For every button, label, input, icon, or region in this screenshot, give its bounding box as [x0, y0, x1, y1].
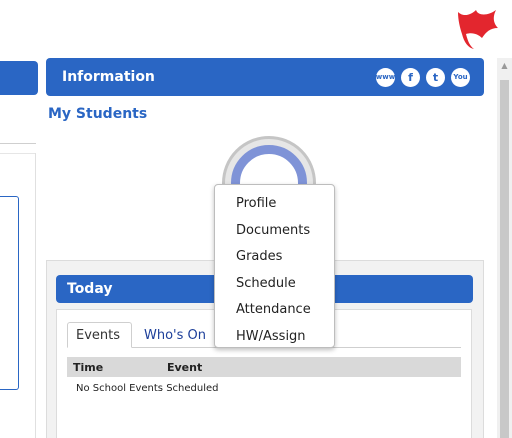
menu-item-profile[interactable]: Profile — [215, 191, 334, 218]
menu-item-schedule[interactable]: Schedule — [215, 271, 334, 298]
scroll-up-arrow-icon[interactable]: ▲ — [497, 58, 512, 72]
left-panel-box — [0, 196, 19, 390]
youtube-icon[interactable]: You — [451, 67, 470, 87]
my-students-link[interactable]: My Students — [48, 106, 147, 122]
column-event: Event — [167, 361, 203, 374]
menu-item-attendance[interactable]: Attendance — [215, 297, 334, 324]
left-panel-border — [35, 153, 36, 438]
left-panel-divider — [0, 143, 36, 144]
social-links: www f t You — [376, 67, 470, 87]
empty-events-message: No School Events Scheduled — [76, 383, 219, 394]
events-table-header: Time Event — [67, 357, 461, 377]
left-panel-divider-2 — [0, 153, 36, 154]
scrollbar-thumb[interactable] — [500, 80, 509, 438]
menu-item-hw-assign[interactable]: HW/Assign — [215, 324, 334, 351]
tab-whos-on[interactable]: Who's On — [136, 322, 214, 348]
school-logo-icon — [458, 10, 498, 49]
student-menu: Profile Documents Grades Schedule Attend… — [214, 184, 335, 348]
column-time: Time — [73, 361, 104, 374]
information-title: Information — [62, 69, 155, 85]
facebook-icon[interactable]: f — [401, 67, 420, 87]
menu-item-documents[interactable]: Documents — [215, 218, 334, 245]
information-header: Information www f t You — [46, 58, 484, 96]
menu-item-grades[interactable]: Grades — [215, 244, 334, 271]
web-icon[interactable]: www — [376, 67, 395, 87]
twitter-icon[interactable]: t — [426, 67, 445, 87]
tab-events[interactable]: Events — [67, 322, 132, 348]
left-panel-header — [0, 61, 38, 95]
